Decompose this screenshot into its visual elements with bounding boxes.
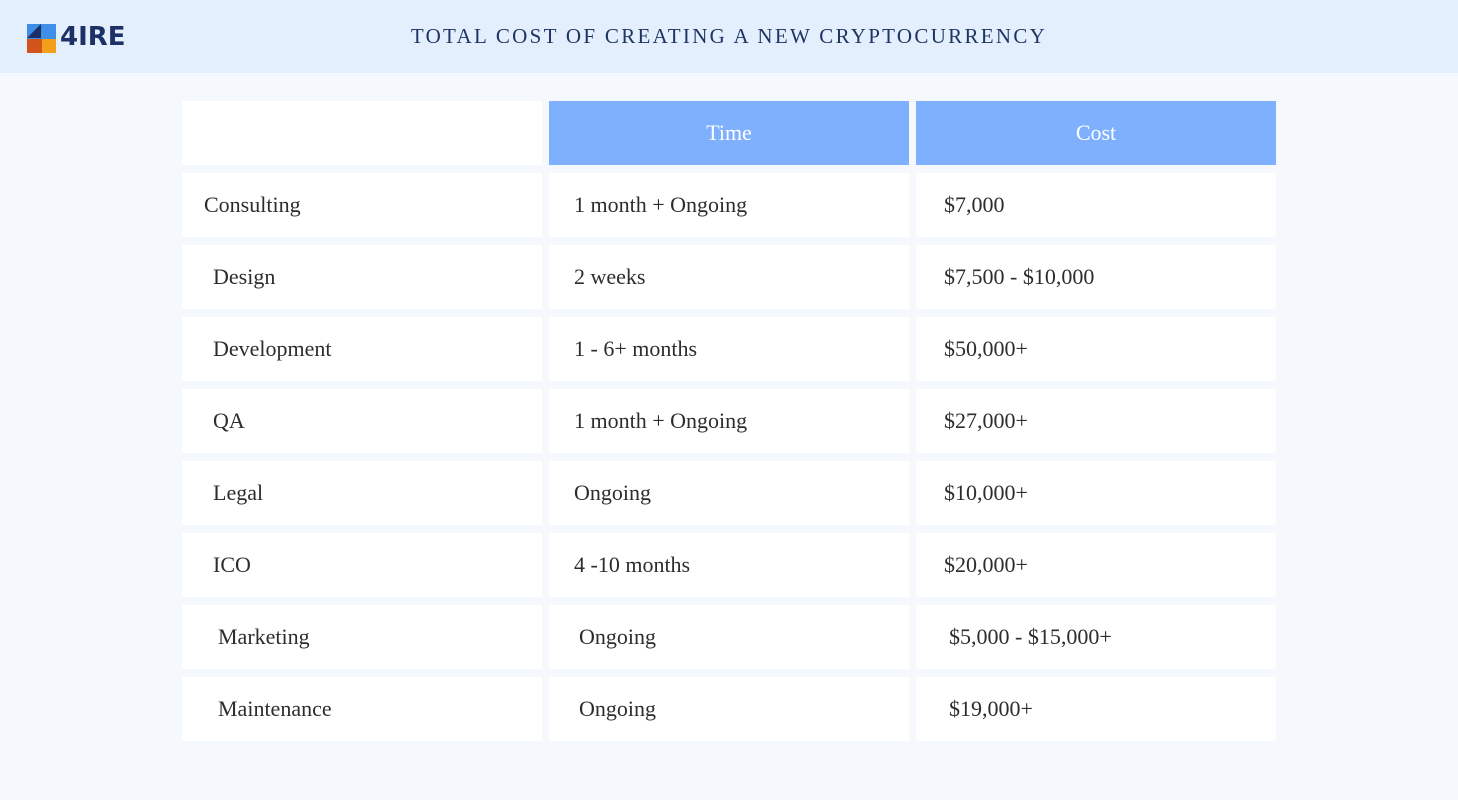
cell-stage: Maintenance: [182, 677, 542, 741]
column-header-time: Time: [549, 101, 909, 165]
cell-time: 2 weeks: [549, 245, 909, 309]
column-header-stage: [182, 101, 542, 165]
cell-stage: Marketing: [182, 605, 542, 669]
cell-time: Ongoing: [549, 605, 909, 669]
cell-stage: Legal: [182, 461, 542, 525]
cell-stage: Design: [182, 245, 542, 309]
cell-stage: QA: [182, 389, 542, 453]
cell-time: 1 - 6+ months: [549, 317, 909, 381]
cell-cost: $50,000+: [916, 317, 1276, 381]
cell-time: Ongoing: [549, 461, 909, 525]
column-header-cost: Cost: [916, 101, 1276, 165]
cell-time: Ongoing: [549, 677, 909, 741]
cell-time: 4 -10 months: [549, 533, 909, 597]
cell-stage: Consulting: [182, 173, 542, 237]
cell-time: 1 month + Ongoing: [549, 389, 909, 453]
cell-cost: $5,000 - $15,000+: [916, 605, 1276, 669]
cell-stage: ICO: [182, 533, 542, 597]
cell-cost: $27,000+: [916, 389, 1276, 453]
page-title: TOTAL COST OF CREATING A NEW CRYPTOCURRE…: [410, 24, 1048, 48]
cell-cost: $7,000: [916, 173, 1276, 237]
cell-time: 1 month + Ongoing: [549, 173, 909, 237]
cell-cost: $10,000+: [916, 461, 1276, 525]
cell-stage: Development: [182, 317, 542, 381]
cell-cost: $20,000+: [916, 533, 1276, 597]
page-header: 4IRE TOTAL COST OF CREATING A NEW CRYPTO…: [0, 0, 1458, 73]
cell-cost: $7,500 - $10,000: [916, 245, 1276, 309]
cell-cost: $19,000+: [916, 677, 1276, 741]
